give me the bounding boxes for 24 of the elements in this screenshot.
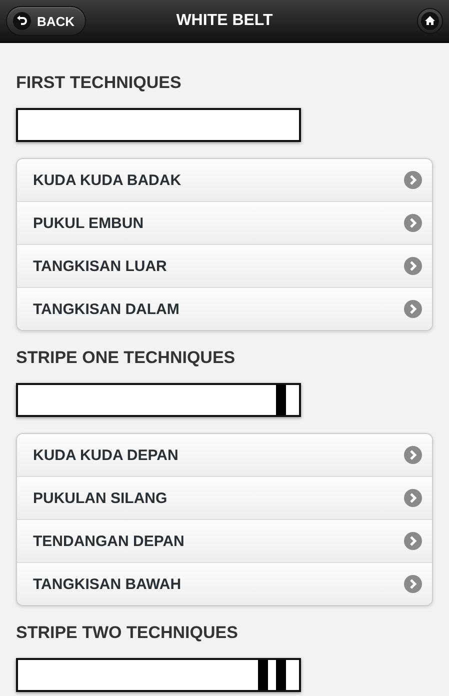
list-item[interactable]: TANGKISAN DALAM [17,287,432,330]
list-item[interactable]: KUDA KUDA DEPAN [17,434,432,476]
chevron-icon [404,532,422,550]
list-item[interactable]: TANGKISAN LUAR [17,244,432,287]
chevron-icon [404,575,422,593]
chevron-icon [404,446,422,464]
chevron-icon [404,214,422,232]
list-item[interactable]: KUDA KUDA BADAK [17,159,432,201]
page-title: WHITE BELT [176,12,273,29]
home-button[interactable] [417,8,443,34]
section-title: STRIPE ONE TECHNIQUES [16,348,236,368]
chevron-icon [404,489,422,507]
chevron-icon [404,300,422,318]
back-button[interactable]: BACK [6,6,86,36]
list-item[interactable]: PUKULAN SILANG [17,476,432,519]
section-title: FIRST TECHNIQUES [16,73,182,93]
back-icon [13,12,31,30]
section-title: STRIPE TWO TECHNIQUES [16,623,239,643]
chevron-icon [404,257,422,275]
list-item[interactable]: TENDANGAN DEPAN [17,519,432,562]
list-item[interactable]: TANGKISAN BAWAH [17,562,432,605]
chevron-icon [404,171,422,189]
home-icon [421,12,439,30]
list-item[interactable]: PUKUL EMBUN [17,201,432,244]
